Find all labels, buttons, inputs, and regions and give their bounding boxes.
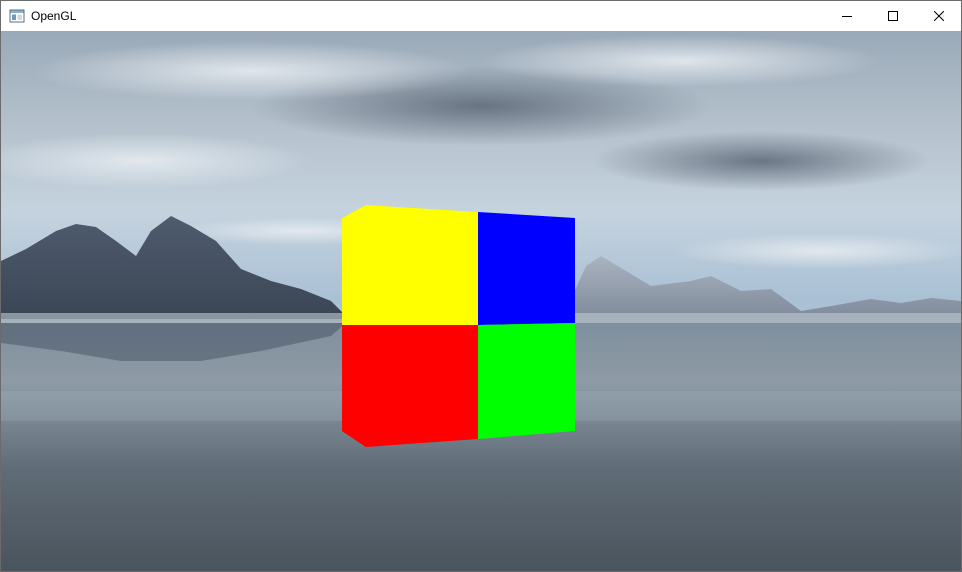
cloud bbox=[591, 131, 931, 191]
cube-face-bottom-left bbox=[342, 325, 478, 447]
cloud bbox=[481, 35, 881, 87]
opengl-window: OpenGL bbox=[0, 0, 962, 572]
maximize-button[interactable] bbox=[870, 1, 916, 31]
cloud bbox=[31, 41, 471, 101]
app-window-icon bbox=[9, 8, 25, 24]
cube-face-bottom-right bbox=[478, 323, 575, 439]
rotating-cube bbox=[342, 205, 575, 447]
minimize-button[interactable] bbox=[824, 1, 870, 31]
close-button[interactable] bbox=[916, 1, 962, 31]
opengl-render-viewport[interactable] bbox=[1, 31, 961, 571]
cube-face-top-left bbox=[342, 205, 478, 325]
cube-face-top-right bbox=[478, 212, 575, 325]
title-bar[interactable]: OpenGL bbox=[1, 1, 961, 31]
cloud bbox=[671, 233, 961, 269]
window-title: OpenGL bbox=[31, 9, 77, 23]
maximize-icon bbox=[888, 11, 898, 21]
close-icon bbox=[934, 11, 944, 21]
minimize-icon bbox=[842, 11, 852, 21]
